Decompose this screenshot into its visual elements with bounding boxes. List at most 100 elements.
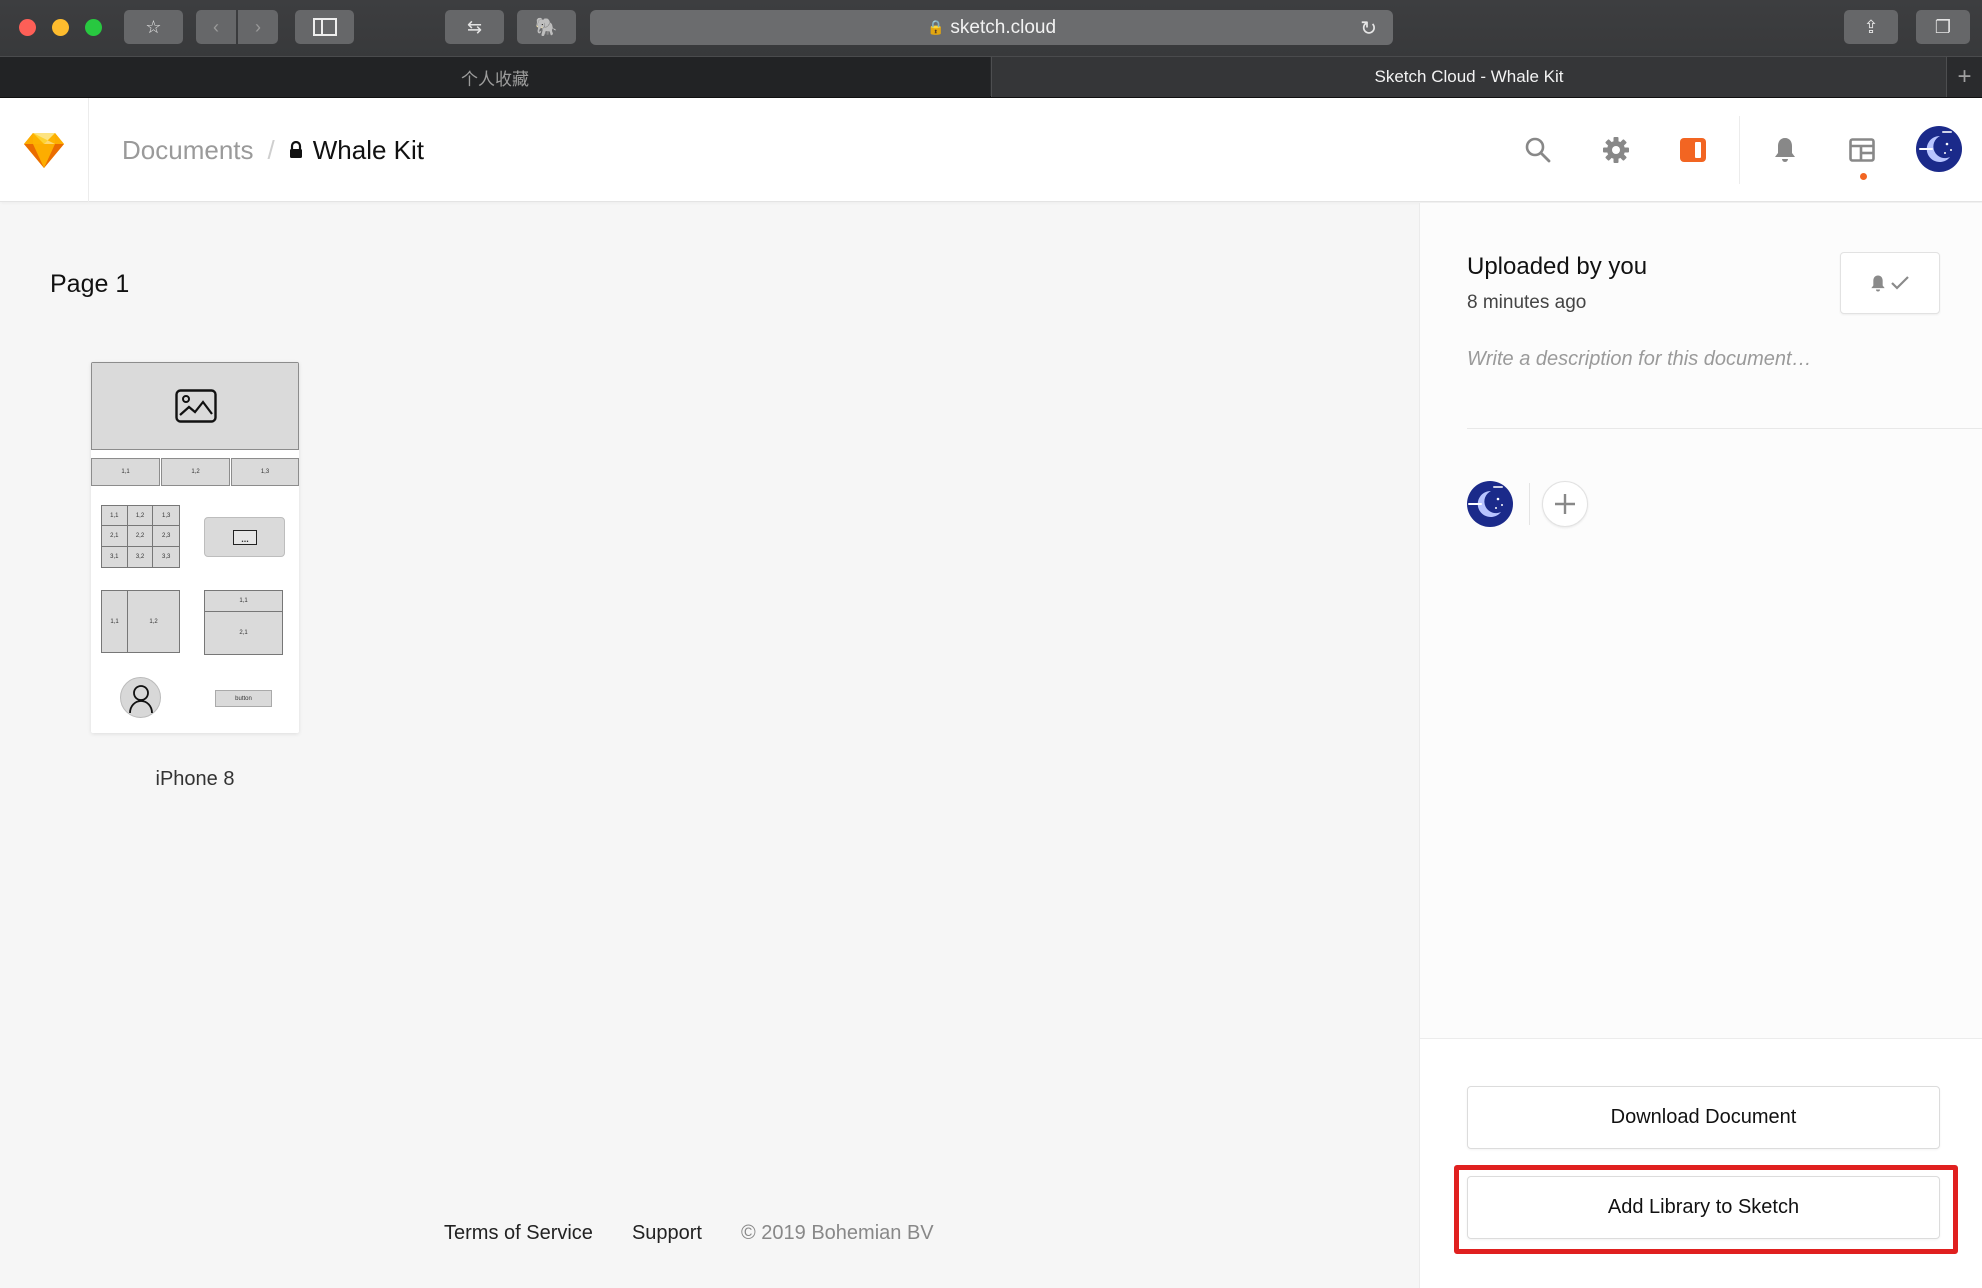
evernote-icon: 🐘	[535, 16, 558, 37]
button-label: Add Library to Sketch	[1607, 1196, 1800, 1218]
tab-favorites[interactable]: 个人收藏	[0, 57, 990, 97]
wireframe-button: button	[215, 690, 272, 707]
notification-dot	[1860, 173, 1867, 180]
header-divider	[1739, 116, 1740, 184]
search-icon	[1525, 137, 1551, 163]
download-document-button[interactable]: Download Document	[1467, 1086, 1940, 1149]
panel-divider	[1467, 428, 1982, 429]
moon-avatar-icon	[1916, 126, 1962, 172]
breadcrumb-separator: /	[267, 134, 275, 165]
terms-link[interactable]: Terms of Service	[444, 1222, 593, 1245]
user-avatar[interactable]	[1916, 126, 1962, 172]
add-member-button[interactable]	[1542, 481, 1588, 527]
members-divider	[1529, 483, 1530, 525]
sidebar-icon	[312, 18, 337, 36]
lock-icon: 🔒	[926, 19, 945, 35]
artboard-thumbnail[interactable]: 1,1 1,2 1,3 1,1 1,2 1,3 2,1 2,2 2,3 3,1 …	[91, 362, 299, 733]
close-window-button[interactable]	[19, 19, 36, 36]
new-tab-button[interactable]: +	[1946, 57, 1982, 97]
tab-bar: 个人收藏 Sketch Cloud - Whale Kit +	[0, 56, 1982, 98]
layout-icon	[1849, 138, 1875, 162]
app-header: Documents / Whale Kit	[0, 98, 1982, 202]
members-row	[1467, 481, 1588, 527]
wireframe-tab: 1,1	[91, 458, 160, 486]
sidebar-toggle-icon	[1680, 138, 1706, 162]
evernote-button[interactable]: 🐘	[517, 10, 576, 44]
back-icon: ‹	[213, 16, 219, 37]
wireframe-split: 1,1 1,2	[101, 590, 180, 653]
browser-toolbar: ☆ ‹ › ⇆ 🐘 🔒 sketch.cloud ↻ ⇪ ❐	[0, 0, 1982, 56]
share-button[interactable]: ⇪	[1844, 10, 1898, 44]
split-cell: 1,1	[102, 591, 128, 652]
grid-cell: 2,1	[102, 526, 128, 547]
stack-cell: 2,1	[239, 630, 248, 636]
artboard-label[interactable]: iPhone 8	[91, 768, 299, 791]
settings-button[interactable]	[1594, 128, 1638, 172]
panel-actions: Download Document Add Library to Sketch	[1420, 1038, 1982, 1288]
lock-icon	[289, 141, 302, 158]
wireframe-grid: 1,1 1,2 1,3 2,1 2,2 2,3 3,1 3,2 3,3	[101, 505, 180, 568]
sidebar-button[interactable]	[295, 10, 354, 44]
layout-button[interactable]	[1840, 128, 1884, 172]
bookmarks-button[interactable]: ☆	[124, 10, 183, 44]
forward-icon: ›	[255, 16, 261, 37]
grid-cell: 1,1	[102, 506, 128, 527]
support-link[interactable]: Support	[632, 1222, 702, 1245]
wireframe-tab: 1,2	[161, 458, 230, 486]
search-button[interactable]	[1516, 128, 1560, 172]
grid-cell: 3,2	[128, 546, 154, 567]
sketch-diamond-icon	[24, 133, 64, 168]
wireframe-stack: 1,1 2,1	[204, 590, 283, 655]
add-library-to-sketch-button[interactable]: Add Library to Sketch	[1467, 1176, 1940, 1239]
tabs-overview-button[interactable]: ❐	[1916, 10, 1970, 44]
url-text: sketch.cloud	[950, 16, 1057, 38]
tab-sketch-cloud[interactable]: Sketch Cloud - Whale Kit	[991, 57, 1946, 97]
stack-cell: 1,1	[205, 591, 282, 612]
transfer-button[interactable]: ⇆	[445, 10, 504, 44]
grid-cell: 3,1	[102, 546, 128, 567]
grid-cell: 2,3	[153, 526, 179, 547]
subscribe-notifications-button[interactable]	[1840, 252, 1940, 314]
address-bar[interactable]: 🔒 sketch.cloud ↻	[590, 10, 1393, 45]
bookmarks-icon: ☆	[145, 16, 162, 37]
grid-cell: 1,3	[153, 506, 179, 527]
grid-cell: 3,3	[161, 553, 171, 560]
zoom-window-button[interactable]	[85, 19, 102, 36]
plus-icon	[1555, 494, 1575, 514]
member-avatar[interactable]	[1467, 481, 1513, 527]
button-label: Download Document	[1610, 1106, 1797, 1128]
tab-label: Sketch Cloud - Whale Kit	[1374, 67, 1564, 86]
bell-icon	[1871, 275, 1885, 291]
document-info-panel: Uploaded by you 8 minutes ago Write a de…	[1419, 203, 1982, 1288]
grid-cell: 1,2	[127, 506, 154, 527]
checkmark-icon	[1891, 276, 1909, 290]
document-title: Whale Kit	[312, 134, 424, 165]
plus-icon: +	[1957, 63, 1972, 90]
back-button[interactable]: ‹	[196, 10, 236, 44]
bell-icon	[1775, 138, 1795, 162]
wireframe-image-placeholder	[91, 362, 299, 450]
wireframe-avatar	[120, 677, 161, 718]
user-icon	[129, 685, 153, 714]
description-field[interactable]: Write a description for this document…	[1467, 348, 1812, 371]
notifications-button[interactable]	[1763, 128, 1807, 172]
page-footer: Terms of Service Support © 2019 Bohemian…	[444, 1222, 934, 1245]
uploaded-time: 8 minutes ago	[1467, 292, 1587, 313]
grid-cell: 2,2	[127, 526, 154, 547]
tabs-overview-icon: ❐	[1934, 16, 1952, 37]
minimize-window-button[interactable]	[52, 19, 69, 36]
image-icon	[175, 389, 217, 423]
reload-icon[interactable]: ↻	[1360, 16, 1377, 41]
forward-button[interactable]: ›	[238, 10, 278, 44]
sketch-logo[interactable]	[0, 98, 89, 202]
wireframe-input: ...	[233, 530, 257, 545]
share-icon: ⇪	[1863, 16, 1879, 37]
page-title: Page 1	[50, 270, 130, 298]
split-cell: 1,2	[149, 618, 158, 625]
wireframe-tab: 1,3	[231, 458, 299, 486]
breadcrumb: Documents / Whale Kit	[122, 98, 424, 202]
toggle-sidebar-button[interactable]	[1671, 128, 1715, 172]
breadcrumb-documents-link[interactable]: Documents	[122, 135, 254, 166]
gear-icon	[1603, 137, 1629, 163]
tab-label: 个人收藏	[461, 69, 529, 89]
